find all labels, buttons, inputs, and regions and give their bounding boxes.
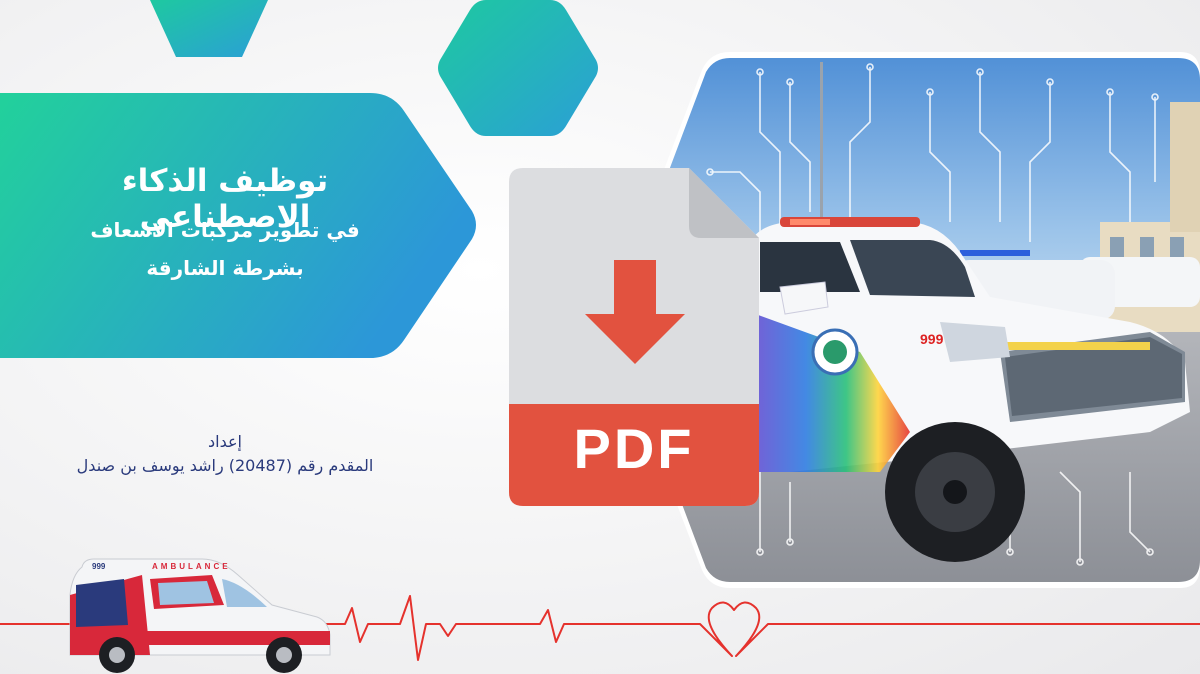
author-block: إعداد المقدم رقم (20487) راشد يوسف بن صن… xyxy=(50,430,400,478)
ambulance-label: AMBULANCE xyxy=(152,562,231,571)
ambulance-number: 999 xyxy=(92,562,106,571)
title-line-3: بشرطة الشارقة xyxy=(146,256,304,280)
author-label: إعداد xyxy=(208,432,242,451)
pdf-label: PDF xyxy=(574,417,695,480)
ambulance-illustration: AMBULANCE 999 xyxy=(69,558,331,673)
title-panel: توظيف الذكاء الاصطناعي في تطوير مركبات ا… xyxy=(0,93,480,358)
pdf-download-icon[interactable]: PDF xyxy=(509,168,759,506)
vehicle-number: 999 xyxy=(920,331,944,347)
title-line-2: في تطوير مركبات الاسعاف xyxy=(90,218,360,242)
hexagon-small-decoration xyxy=(150,0,268,57)
author-name: المقدم رقم (20487) راشد يوسف بن صندل xyxy=(76,456,374,475)
